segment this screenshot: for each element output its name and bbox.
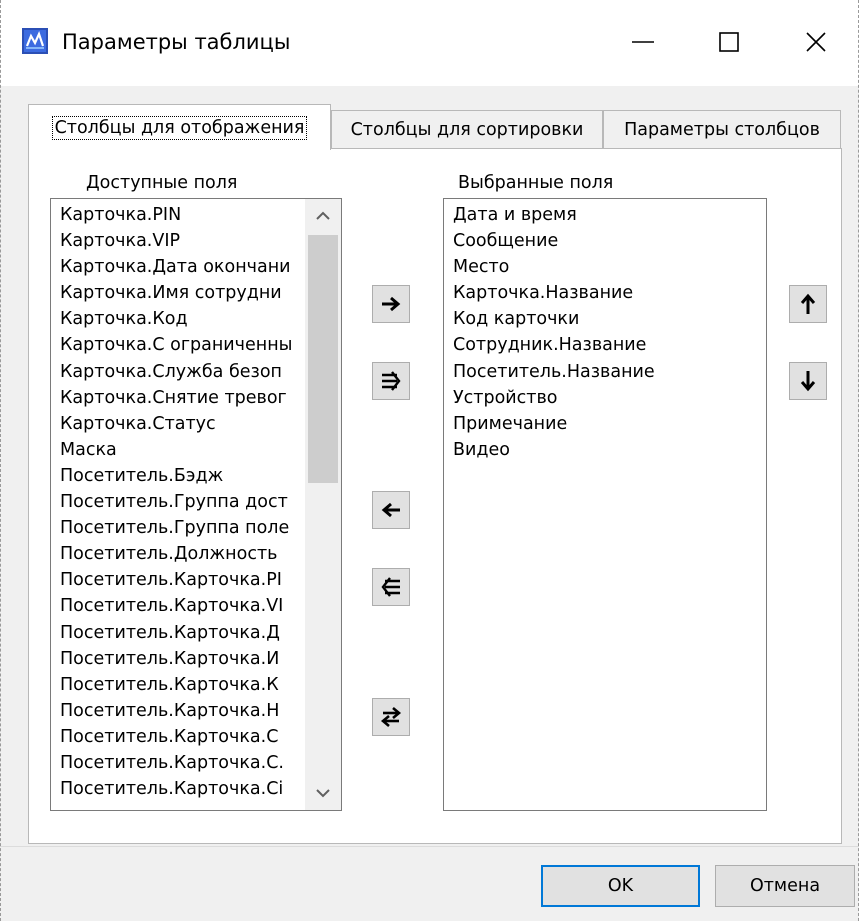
available-field-item[interactable]: Посетитель.Карточка.Сі (51, 776, 305, 802)
available-field-item[interactable]: Посетитель.Должность (51, 541, 305, 567)
arrow-right-icon (382, 296, 401, 312)
minimize-button[interactable] (600, 0, 686, 84)
selected-field-item[interactable]: Примечание (444, 411, 764, 437)
close-button[interactable] (773, 0, 859, 84)
selected-field-item[interactable]: Сотрудник.Название (444, 332, 764, 358)
cancel-button[interactable]: Отмена (715, 865, 855, 907)
available-fields-list[interactable]: Карточка.PIN Карточка.VIP Карточка.Дата ок… (50, 198, 342, 811)
chevron-up-icon (316, 211, 330, 220)
available-field-item[interactable]: Посетитель.Карточка.С (51, 724, 305, 750)
remove-all-fields-button[interactable] (372, 568, 410, 606)
footer-divider (0, 846, 859, 847)
available-field-item[interactable]: Посетитель.Карточка.VI (51, 593, 305, 619)
available-field-item[interactable]: Посетитель.Карточка.И (51, 646, 305, 672)
move-up-button[interactable] (789, 285, 827, 323)
available-field-item[interactable]: Карточка.С ограниченны (51, 332, 305, 358)
available-field-item[interactable]: Карточка.Снятие тревог (51, 385, 305, 411)
maximize-button[interactable] (686, 0, 772, 84)
tab-label: Параметры столбцов (624, 119, 820, 140)
available-field-item[interactable]: Посетитель.Карточка.PI (51, 567, 305, 593)
arrow-up-icon (800, 293, 816, 314)
title-bar: Параметры таблицы (0, 0, 859, 86)
selected-field-item[interactable]: Видео (444, 437, 764, 463)
selected-field-item[interactable]: Устройство (444, 385, 764, 411)
available-field-item[interactable]: Карточка.Статус (51, 411, 305, 437)
minimize-icon (632, 41, 654, 43)
swap-fields-button[interactable] (372, 698, 410, 736)
available-field-item[interactable]: Посетитель.Карточка.К (51, 672, 305, 698)
move-down-button[interactable] (789, 362, 827, 400)
double-arrow-right-icon (382, 371, 401, 391)
swap-arrows-icon (380, 707, 402, 727)
double-arrow-left-icon (381, 577, 400, 597)
available-field-item[interactable]: Посетитель.Группа поле (51, 515, 305, 541)
available-field-item[interactable]: Посетитель.Бэдж (51, 463, 305, 489)
scroll-thumb[interactable] (308, 235, 338, 483)
scroll-up-button[interactable] (305, 199, 341, 233)
available-field-item[interactable]: Карточка.Код (51, 306, 305, 332)
available-field-item[interactable]: Карточка.Служба безоп (51, 359, 305, 385)
maximize-icon (719, 32, 739, 52)
selected-field-item[interactable]: Сообщение (444, 228, 764, 254)
available-field-item[interactable]: Маска (51, 437, 305, 463)
tab-display-columns[interactable]: Столбцы для отображения (28, 104, 331, 150)
add-field-button[interactable] (372, 285, 410, 323)
tab-label: Столбцы для отображения (51, 115, 308, 140)
app-icon (22, 28, 48, 54)
available-field-item[interactable]: Посетитель.Карточка.С. (51, 750, 305, 776)
available-field-item[interactable]: Посетитель.Карточка.Д (51, 620, 305, 646)
vertical-scrollbar[interactable] (305, 199, 341, 810)
window-title: Параметры таблицы (62, 30, 291, 54)
selected-field-item[interactable]: Карточка.Название (444, 280, 764, 306)
selected-fields-list[interactable]: Дата и время Сообщение Место Карточка.Назва… (443, 198, 767, 811)
chevron-down-icon (316, 789, 330, 798)
selected-field-item[interactable]: Код карточки (444, 306, 764, 332)
selected-fields-label: Выбранные поля (458, 173, 614, 193)
selected-field-item[interactable]: Дата и время (444, 202, 764, 228)
available-field-item[interactable]: Карточка.Дата окончани (51, 254, 305, 280)
selected-field-item[interactable]: Посетитель.Название (444, 359, 764, 385)
tab-column-params[interactable]: Параметры столбцов (603, 110, 841, 148)
available-fields-label: Доступные поля (86, 173, 238, 193)
close-icon (806, 32, 826, 52)
selected-items-container: Дата и время Сообщение Место Карточка.Назва… (444, 202, 764, 463)
remove-field-button[interactable] (372, 491, 410, 529)
add-all-fields-button[interactable] (372, 362, 410, 400)
selected-field-item[interactable]: Место (444, 254, 764, 280)
available-field-item[interactable]: Карточка.VIP (51, 228, 305, 254)
tab-sort-columns[interactable]: Столбцы для сортировки (331, 110, 603, 148)
tab-label: Столбцы для сортировки (350, 119, 584, 140)
available-items-container: Карточка.PIN Карточка.VIP Карточка.Дата ок… (51, 202, 305, 802)
scroll-down-button[interactable] (305, 776, 341, 810)
available-field-item[interactable]: Посетитель.Группа дост (51, 489, 305, 515)
available-field-item[interactable]: Посетитель.Карточка.Н (51, 698, 305, 724)
arrow-down-icon (800, 371, 816, 392)
ok-button[interactable]: OK (541, 865, 700, 907)
arrow-left-icon (381, 502, 400, 518)
available-field-item[interactable]: Карточка.Имя сотрудни (51, 280, 305, 306)
available-field-item[interactable]: Карточка.PIN (51, 202, 305, 228)
